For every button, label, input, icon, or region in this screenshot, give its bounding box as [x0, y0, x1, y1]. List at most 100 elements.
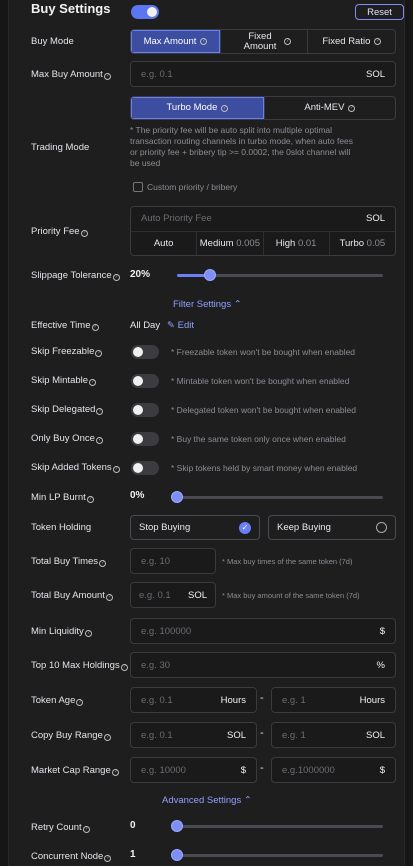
- skip-mintable-toggle[interactable]: [131, 374, 159, 388]
- total-buy-amount-label: Total Buy Amount?: [31, 590, 113, 601]
- token-age-max-input[interactable]: e.g. 1 Hours: [271, 687, 396, 713]
- skip-delegated-label: Skip Delegated?: [31, 404, 104, 415]
- help-icon: ?: [200, 38, 208, 45]
- trading-mode-note: * The priority fee will be auto split in…: [130, 125, 354, 168]
- token-holding-stop-buying[interactable]: Stop Buying ✓: [130, 515, 260, 540]
- effective-time-label: Effective Time?: [31, 320, 99, 331]
- help-icon: ?: [103, 734, 111, 741]
- help-icon: ?: [284, 38, 291, 45]
- min-liquidity-input[interactable]: e.g. 100000 $: [130, 618, 396, 644]
- copy-buy-range-max-input[interactable]: e.g. 1 SOL: [271, 722, 396, 748]
- help-icon: ?: [99, 560, 107, 567]
- buy-mode-label: Buy Mode: [31, 36, 74, 47]
- help-icon: ?: [89, 379, 97, 386]
- preset-turbo[interactable]: Turbo 0.05: [330, 232, 395, 255]
- help-icon: ?: [221, 104, 228, 112]
- skip-mintable-note: * Mintable token won't be bought when en…: [171, 376, 350, 386]
- trading-mode-anti-mev[interactable]: Anti-MEV ?: [263, 97, 396, 119]
- slippage-slider[interactable]: [177, 269, 383, 281]
- only-buy-once-toggle[interactable]: [131, 432, 159, 446]
- skip-delegated-toggle[interactable]: [131, 403, 159, 417]
- help-icon: ?: [112, 274, 120, 281]
- range-dash: -: [260, 727, 264, 739]
- skip-added-tokens-label: Skip Added Tokens?: [31, 462, 120, 473]
- min-lp-burnt-label: Min LP Burnt?: [31, 492, 94, 503]
- page-title: Buy Settings: [31, 1, 111, 16]
- advanced-settings-toggle[interactable]: Advanced Settings ⌃: [162, 795, 252, 806]
- priority-fee-presets: Auto Medium 0.005 High 0.01 Turbo 0.05: [131, 231, 395, 255]
- token-age-min-input[interactable]: e.g. 0.1 Hours: [130, 687, 257, 713]
- preset-medium[interactable]: Medium 0.005: [197, 232, 264, 255]
- buy-mode-max-amount[interactable]: Max Amount ?: [131, 30, 220, 53]
- top10-max-holdings-label: Top 10 Max Holdings?: [31, 660, 128, 671]
- checked-icon: ✓: [239, 521, 251, 534]
- trading-mode-label: Trading Mode: [31, 142, 90, 153]
- priority-fee-label: Priority Fee?: [31, 226, 88, 237]
- help-icon: ?: [105, 594, 113, 601]
- slider-handle[interactable]: [171, 820, 183, 832]
- slippage-value: 20%: [130, 269, 151, 280]
- help-icon: ?: [103, 73, 111, 80]
- range-dash: -: [260, 762, 264, 774]
- top10-max-holdings-input[interactable]: e.g. 30 %: [130, 652, 396, 678]
- concurrent-node-label: Concurrent Node?: [31, 851, 112, 862]
- total-buy-times-input[interactable]: e.g. 10: [130, 548, 216, 574]
- priority-fee-input[interactable]: Auto Priority Fee SOL: [131, 207, 395, 231]
- min-lp-burnt-slider[interactable]: [171, 491, 383, 503]
- total-buy-amount-input[interactable]: e.g. 0.1 SOL: [130, 582, 216, 608]
- chevron-up-icon: ⌃: [243, 795, 252, 806]
- buy-settings-toggle[interactable]: [131, 5, 159, 19]
- preset-high[interactable]: High 0.01: [264, 232, 330, 255]
- only-buy-once-label: Only Buy Once?: [31, 433, 103, 444]
- slider-handle[interactable]: [171, 491, 183, 503]
- token-holding-keep-buying[interactable]: Keep Buying: [268, 515, 396, 540]
- retry-count-value: 0: [130, 820, 136, 831]
- help-icon: ?: [80, 230, 88, 237]
- concurrent-node-value: 1: [130, 849, 136, 860]
- retry-count-label: Retry Count?: [31, 822, 90, 833]
- skip-added-tokens-toggle[interactable]: [131, 461, 159, 475]
- buy-mode-fixed-ratio[interactable]: Fixed Ratio ?: [307, 30, 395, 53]
- help-icon: ?: [86, 496, 94, 503]
- help-icon: ?: [374, 38, 382, 45]
- trading-mode-selector: Turbo Mode ? Anti-MEV ?: [130, 96, 396, 120]
- max-buy-amount-label: Max Buy Amount?: [31, 69, 111, 80]
- copy-buy-range-min-input[interactable]: e.g. 0.1 SOL: [130, 722, 257, 748]
- skip-freezable-toggle[interactable]: [131, 345, 159, 359]
- filter-settings-toggle[interactable]: Filter Settings ⌃: [173, 299, 242, 310]
- help-icon: ?: [348, 104, 356, 112]
- buy-mode-selector: Max Amount ? Fixed Amount? Fixed Ratio ?: [130, 29, 396, 54]
- edit-icon: ✎: [167, 320, 175, 331]
- help-icon: ?: [95, 437, 103, 444]
- total-buy-times-note: * Max buy times of the same token (7d): [222, 557, 353, 566]
- total-buy-times-label: Total Buy Times?: [31, 556, 107, 567]
- help-icon: ?: [120, 664, 128, 671]
- copy-buy-range-label: Copy Buy Range?: [31, 730, 111, 741]
- effective-time-value: All Day: [130, 320, 161, 331]
- help-icon: ?: [82, 826, 90, 833]
- help-icon: ?: [96, 408, 104, 415]
- concurrent-node-slider[interactable]: [171, 849, 383, 861]
- preset-auto[interactable]: Auto: [131, 232, 198, 255]
- custom-priority-checkbox[interactable]: Custom priority / bribery: [133, 182, 237, 192]
- max-buy-amount-input[interactable]: e.g. 0.1 SOL: [130, 61, 396, 87]
- reset-button[interactable]: Reset: [355, 4, 404, 20]
- buy-settings-panel: Buy Settings Reset Buy Mode Max Amount ?…: [8, 0, 405, 866]
- buy-mode-fixed-amount[interactable]: Fixed Amount?: [219, 30, 308, 53]
- slider-handle[interactable]: [203, 269, 216, 281]
- help-icon: ?: [95, 350, 103, 357]
- effective-time-edit[interactable]: ✎ Edit: [167, 320, 194, 331]
- min-lp-burnt-value: 0%: [130, 490, 145, 501]
- trading-mode-turbo[interactable]: Turbo Mode ?: [131, 97, 264, 119]
- help-icon: ?: [76, 699, 84, 706]
- slippage-label: Slippage Tolerance?: [31, 270, 120, 281]
- radio-icon: [376, 522, 387, 533]
- help-icon: ?: [91, 324, 99, 331]
- slider-handle[interactable]: [171, 849, 183, 861]
- only-buy-once-note: * Buy the same token only once when enab…: [171, 434, 346, 444]
- market-cap-range-min-input[interactable]: e.g. 10000 $: [130, 757, 257, 783]
- market-cap-range-max-input[interactable]: e.g.1000000 $: [271, 757, 396, 783]
- skip-added-tokens-note: * Skip tokens held by smart money when e…: [171, 463, 358, 473]
- retry-count-slider[interactable]: [171, 820, 383, 832]
- skip-delegated-note: * Delegated token won't be bought when e…: [171, 405, 356, 415]
